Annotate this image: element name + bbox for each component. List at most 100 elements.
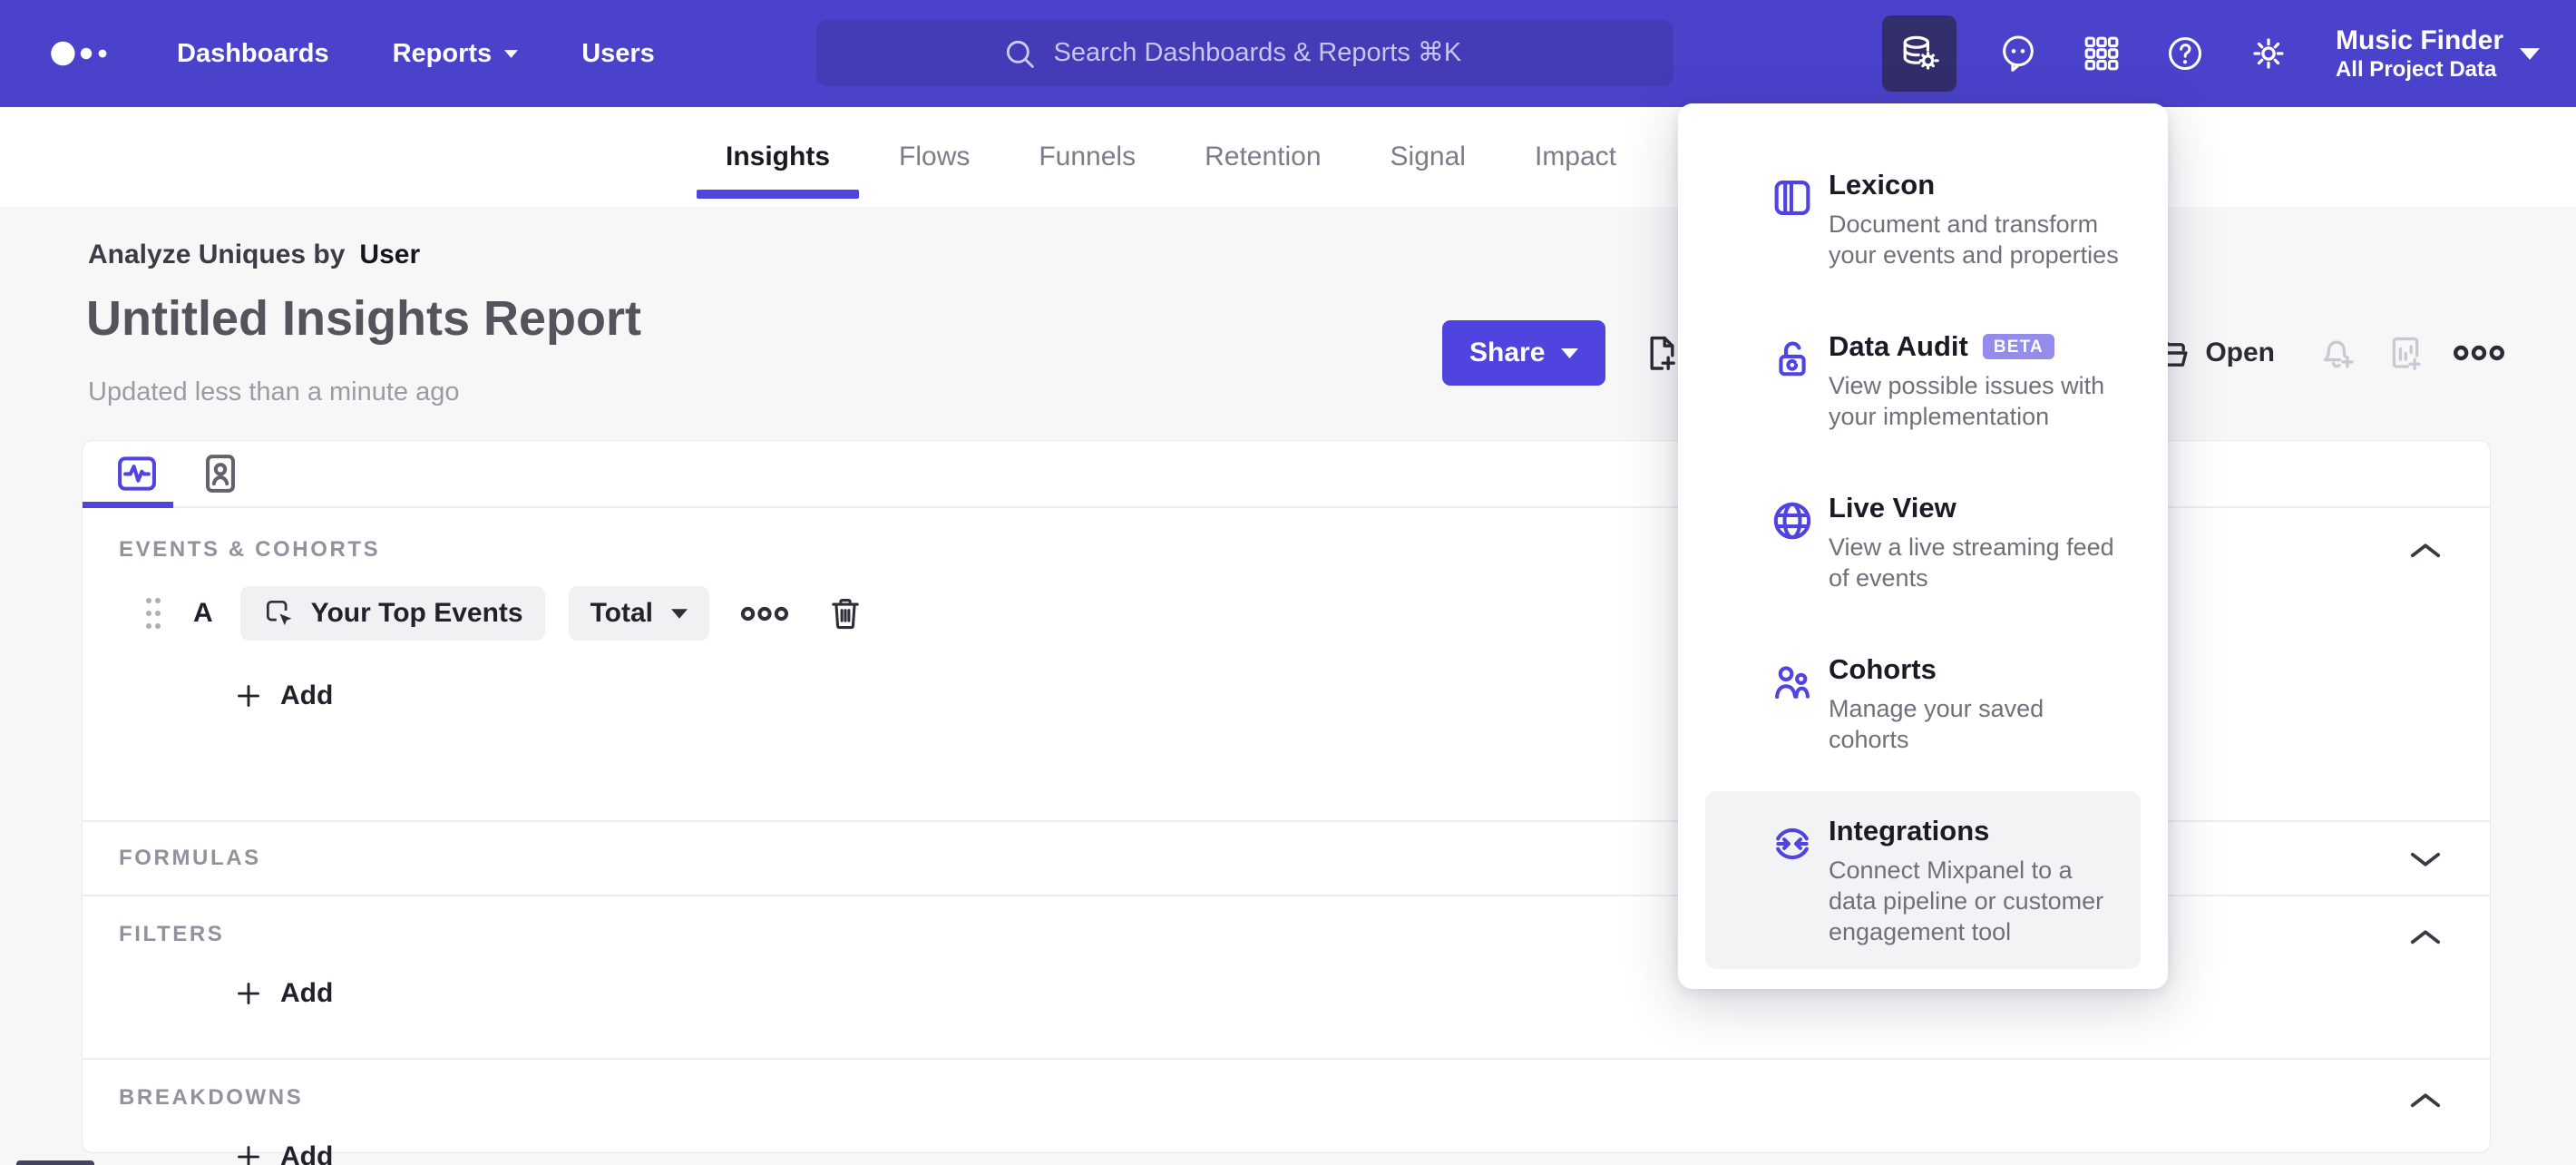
share-label: Share — [1469, 338, 1546, 367]
tab-retention[interactable]: Retention — [1205, 107, 1321, 207]
collapse-events-button[interactable] — [2399, 530, 2452, 570]
nav-item-dashboards[interactable]: Dashboards — [177, 39, 329, 69]
beta-badge: BETA — [1982, 334, 2054, 359]
row-more-button[interactable] — [740, 605, 789, 622]
menu-item-title: Lexicon — [1829, 169, 1936, 201]
trash-icon — [832, 598, 859, 630]
bell-plus-icon — [2323, 340, 2354, 368]
primary-nav: Dashboards Reports Users — [177, 39, 655, 69]
open-report-button[interactable]: Open — [2149, 331, 2275, 375]
plus-icon — [238, 983, 259, 1004]
help-button[interactable] — [2163, 15, 2207, 92]
menu-item-text: Live View View a live streaming feed of … — [1829, 490, 2126, 593]
analyze-row: Analyze Uniques by User — [88, 240, 420, 270]
add-label: Add — [280, 1141, 334, 1165]
pulse-chart-icon — [118, 456, 156, 491]
project-name: Music Finder — [2335, 25, 2503, 55]
section-label: FORMULAS — [119, 846, 261, 870]
analyze-prefix-label: Analyze Uniques by — [88, 240, 346, 269]
collapse-breakdowns-button[interactable] — [2399, 1080, 2452, 1120]
search-input[interactable] — [1053, 38, 1489, 68]
collapse-filters-button[interactable] — [2399, 916, 2452, 956]
report-content: Analyze Uniques by User Untitled Insight… — [0, 207, 2576, 1165]
person-card-icon — [206, 455, 235, 493]
nav-right-group: Music Finder All Project Data — [1881, 0, 2540, 107]
tab-signal[interactable]: Signal — [1390, 107, 1466, 207]
add-label: Add — [280, 978, 334, 1008]
event-cursor-icon — [266, 600, 292, 626]
menu-item-data-audit[interactable]: Data Audit BETA View possible issues wit… — [1705, 307, 2141, 454]
menu-item-description: Manage your saved cohorts — [1829, 695, 2044, 753]
chevron-down-icon — [2520, 47, 2540, 60]
tab-insights[interactable]: Insights — [696, 107, 860, 207]
event-picker-label: Your Top Events — [310, 598, 523, 628]
report-tabbar: Insights Flows Funnels Retention Signal … — [0, 107, 2576, 207]
mixpanel-logo-icon[interactable] — [50, 34, 121, 73]
create-alert-button[interactable] — [2317, 332, 2359, 375]
menu-item-integrations[interactable]: Integrations Connect Mixpanel to a data … — [1705, 791, 2141, 969]
cohorts-people-icon — [1769, 659, 1816, 706]
project-text: Music Finder All Project Data — [2336, 24, 2503, 83]
menu-item-cohorts[interactable]: Cohorts Manage your saved cohorts — [1705, 630, 2141, 777]
menu-item-description: View a live streaming feed of events — [1829, 534, 2114, 592]
ellipsis-icon — [2453, 345, 2504, 361]
nav-item-reports[interactable]: Reports — [393, 39, 519, 69]
row-delete-button[interactable] — [825, 593, 865, 633]
message-bubble-icon — [2003, 35, 2034, 72]
live-view-globe-icon — [1769, 497, 1816, 544]
add-to-dashboard-button[interactable] — [2385, 332, 2427, 375]
active-tab-indicator — [83, 502, 173, 508]
updated-status: Updated less than a minute ago — [88, 377, 460, 406]
messages-button[interactable] — [1996, 15, 2040, 92]
data-management-menu: Lexicon Document and transform your even… — [1678, 103, 2168, 989]
analyze-entity-dropdown[interactable]: User — [359, 240, 420, 270]
share-button[interactable]: Share — [1442, 320, 1606, 386]
integrations-icon — [1769, 820, 1816, 867]
aggregation-dropdown-chip[interactable]: Total — [568, 586, 710, 641]
nav-item-users[interactable]: Users — [581, 39, 655, 69]
drag-handle[interactable] — [142, 595, 164, 631]
menu-item-live-view[interactable]: Live View View a live streaming feed of … — [1705, 468, 2141, 615]
menu-item-title: Integrations — [1829, 815, 1990, 847]
apps-grid-button[interactable] — [2080, 15, 2123, 92]
chevron-down-icon — [504, 49, 519, 58]
tab-funnels[interactable]: Funnels — [1039, 107, 1136, 207]
report-tabs: Insights Flows Funnels Retention Signal … — [696, 107, 1616, 207]
menu-item-title: Data Audit — [1829, 330, 1968, 362]
gear-icon — [2253, 38, 2284, 69]
top-nav: Dashboards Reports Users Search Dashboar… — [0, 0, 2576, 107]
nav-item-label: Users — [581, 38, 655, 68]
grid-icon — [2084, 36, 2119, 71]
chevron-up-icon — [2410, 543, 2441, 558]
add-event-button[interactable]: Add — [235, 680, 333, 711]
nav-item-label: Dashboards — [177, 38, 329, 68]
tab-flows[interactable]: Flows — [899, 107, 970, 207]
data-audit-icon — [1769, 336, 1816, 383]
add-filter-button[interactable]: Add — [235, 978, 333, 1009]
global-search[interactable] — [816, 20, 1673, 86]
menu-item-text: Data Audit BETA View possible issues wit… — [1829, 328, 2126, 432]
menu-item-text: Lexicon Document and transform your even… — [1829, 167, 2126, 270]
nav-item-label: Reports — [392, 38, 493, 68]
tab-profiles-analysis[interactable] — [196, 449, 245, 498]
menu-item-title: Live View — [1829, 492, 1956, 524]
add-breakdown-button[interactable]: Add — [235, 1141, 333, 1165]
settings-button[interactable] — [2247, 15, 2290, 92]
project-selector[interactable]: Music Finder All Project Data — [2336, 24, 2540, 83]
chevron-down-icon — [1561, 348, 1579, 358]
help-icon — [2168, 36, 2201, 71]
page-title[interactable]: Untitled Insights Report — [86, 290, 641, 347]
event-picker-chip[interactable]: Your Top Events — [239, 586, 545, 641]
drag-dots-icon — [146, 598, 161, 629]
bottom-left-peek-element — [16, 1160, 94, 1165]
series-letter: A — [193, 598, 213, 628]
menu-item-text: Integrations Connect Mixpanel to a data … — [1829, 813, 2126, 947]
data-management-button[interactable] — [1881, 15, 1956, 92]
more-actions-button[interactable] — [2453, 344, 2505, 362]
menu-item-lexicon[interactable]: Lexicon Document and transform your even… — [1705, 145, 2141, 292]
tab-events-analysis[interactable] — [112, 449, 161, 498]
chevron-down-icon — [2410, 852, 2441, 866]
menu-item-title: Cohorts — [1829, 653, 1937, 685]
expand-formulas-button[interactable] — [2399, 840, 2452, 880]
tab-impact[interactable]: Impact — [1535, 107, 1616, 207]
